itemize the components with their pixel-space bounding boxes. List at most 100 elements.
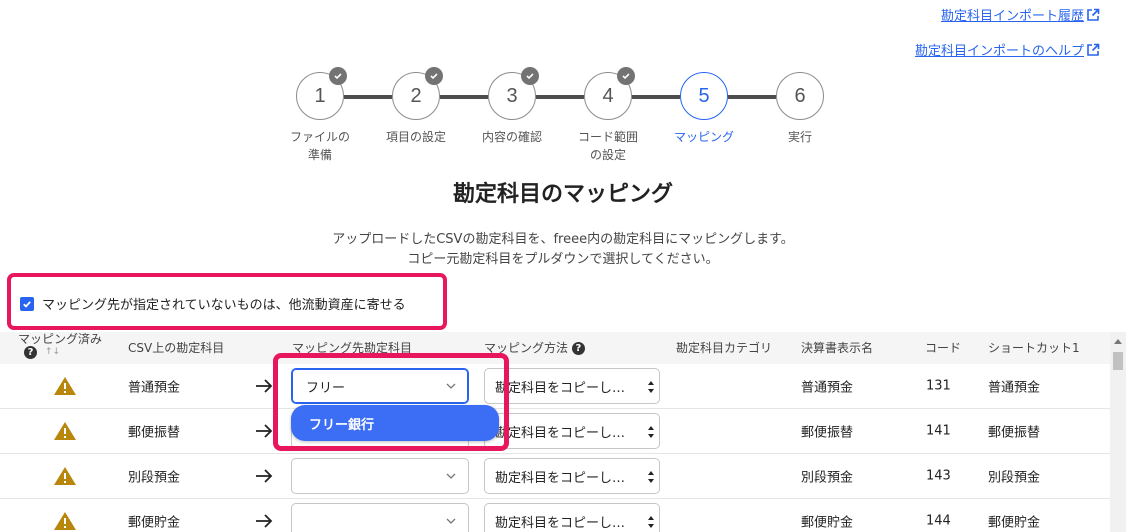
table-row: 郵便振替 勘定科目をコピーし… 郵便振替 141 郵便振替: [0, 409, 1110, 454]
table-row: 別段預金 勘定科目をコピーし… 別段預金 143 別段預金: [0, 454, 1110, 499]
external-link-icon: [1087, 43, 1100, 56]
step-label: マッピング: [673, 130, 734, 144]
header-code: コード: [925, 341, 962, 355]
step-label: 内容の確認: [481, 130, 542, 144]
step-label: 項目の設定: [385, 130, 446, 144]
updown-icon: [648, 471, 654, 483]
csv-account: 郵便貯金: [128, 515, 181, 531]
step-5: 5 マッピング: [674, 72, 734, 144]
updown-icon: [648, 426, 654, 438]
step-3: 3 内容の確認: [482, 67, 542, 144]
warning-icon: [54, 377, 76, 395]
step-4: 4 コード範囲 の設定: [578, 67, 638, 162]
step-label: コード範囲 の設定: [577, 130, 638, 162]
chevron-down-icon: [446, 518, 456, 524]
arrow-right-icon: [256, 514, 273, 528]
header-shortcut: ショートカット1: [988, 341, 1080, 355]
mapping-method-select[interactable]: 勘定科目をコピーし…: [484, 368, 660, 404]
arrow-right-icon: [256, 469, 273, 483]
step-circle: 2: [392, 67, 443, 120]
header-mapped[interactable]: マッピング済み ? ↑↓: [18, 333, 102, 359]
warning-icon: [54, 467, 76, 485]
step-number: 1: [314, 84, 326, 107]
import-history-link[interactable]: 勘定科目インポート履歴: [941, 5, 1100, 24]
step-label: ファイルの 準備: [289, 130, 350, 162]
chevron-down-icon: [446, 473, 456, 479]
step-circle: 6: [776, 72, 824, 120]
mapping-method-value: 勘定科目をコピーし…: [495, 380, 626, 396]
mapping-method-value: 勘定科目をコピーし…: [495, 515, 626, 531]
step-circle: 4: [584, 67, 635, 120]
mapping-method-select[interactable]: 勘定科目をコピーし…: [484, 458, 660, 494]
import-history-label: 勘定科目インポート履歴: [940, 9, 1084, 24]
description-line: アップロードしたCSVの勘定科目を、freee内の勘定科目にマッピングします。: [332, 232, 794, 247]
shortcut: 別段預金: [988, 470, 1041, 486]
external-link-icon: [1087, 8, 1100, 21]
updown-icon: [648, 516, 654, 528]
header-category: 勘定科目カテゴリ: [676, 341, 773, 355]
shortcut: 郵便貯金: [988, 515, 1041, 531]
scrollbar[interactable]: [1110, 332, 1126, 532]
step-connector: [728, 95, 776, 99]
sort-icon[interactable]: ↑↓: [45, 346, 60, 359]
statement-name: 郵便振替: [801, 425, 854, 441]
scroll-up-icon[interactable]: [1114, 338, 1122, 344]
table-row: 普通預金 フリー 勘定科目をコピーし… 普通預金 131 普通預金: [0, 364, 1110, 409]
check-icon: [521, 67, 539, 85]
fallback-option[interactable]: マッピング先が指定されていないものは、他流動資産に寄せる: [20, 294, 406, 313]
code: 143: [926, 468, 951, 484]
shortcut: 郵便振替: [988, 425, 1041, 441]
mapping-method-select[interactable]: 勘定科目をコピーし…: [484, 503, 660, 532]
description-line: コピー元勘定科目をプルダウンで選択してください。: [407, 252, 719, 267]
mapping-method-value: 勘定科目をコピーし…: [495, 470, 626, 486]
annotation-highlight: [273, 353, 509, 451]
step-1: 1 ファイルの 準備: [290, 67, 350, 162]
step-connector: [344, 95, 392, 99]
arrow-right-icon: [256, 379, 273, 393]
step-circle: 5: [680, 72, 728, 120]
import-help-label: 勘定科目インポートのヘルプ: [914, 44, 1084, 59]
step-number: 3: [506, 84, 518, 107]
step-6: 6 実行: [776, 72, 824, 144]
code: 131: [926, 378, 951, 394]
shortcut: 普通預金: [988, 380, 1041, 396]
page-title: 勘定科目のマッピング: [452, 182, 673, 207]
step-circle: 1: [296, 67, 347, 120]
fallback-label: マッピング先が指定されていないものは、他流動資産に寄せる: [42, 298, 406, 313]
step-number: 5: [698, 84, 710, 107]
check-icon: [329, 67, 347, 85]
csv-account: 普通預金: [128, 380, 181, 396]
table-row: 郵便貯金 勘定科目をコピーし… 郵便貯金 144 郵便貯金: [0, 499, 1110, 532]
step-number: 2: [410, 84, 422, 107]
target-account-select[interactable]: [291, 458, 469, 494]
csv-account: 郵便振替: [128, 425, 181, 441]
arrow-right-icon: [256, 424, 273, 438]
updown-icon: [648, 381, 654, 393]
warning-icon: [54, 422, 76, 440]
step-number: 4: [602, 84, 614, 107]
help-icon[interactable]: ?: [571, 342, 585, 355]
import-help-link[interactable]: 勘定科目インポートのヘルプ: [915, 40, 1100, 59]
statement-name: 別段預金: [801, 470, 854, 486]
step-number: 6: [794, 84, 806, 107]
csv-account: 別段預金: [128, 470, 181, 486]
header-label: マッピング済み: [18, 332, 103, 346]
fallback-checkbox[interactable]: [20, 296, 34, 311]
check-icon: [425, 67, 443, 85]
scroll-thumb[interactable]: [1113, 352, 1123, 370]
step-2: 2 項目の設定: [386, 67, 446, 144]
step-connector: [632, 95, 680, 99]
mapping-method-value: 勘定科目をコピーし…: [495, 425, 626, 441]
help-icon[interactable]: ?: [24, 346, 37, 359]
step-connector: [536, 95, 584, 99]
progress-stepper: 1 ファイルの 準備 2 項目の設定 3 内容の確認 4 コード範囲 の設定 5…: [290, 67, 826, 172]
target-account-select[interactable]: [291, 503, 469, 532]
page-description: アップロードしたCSVの勘定科目を、freee内の勘定科目にマッピングします。 …: [0, 230, 1126, 270]
step-circle: 3: [488, 67, 539, 120]
code: 144: [926, 513, 951, 529]
mapping-method-select[interactable]: 勘定科目をコピーし…: [484, 413, 660, 449]
header-statement-name: 決算書表示名: [801, 341, 874, 355]
step-connector: [440, 95, 488, 99]
statement-name: 郵便貯金: [801, 515, 854, 531]
header-csv-account: CSV上の勘定科目: [128, 341, 225, 355]
